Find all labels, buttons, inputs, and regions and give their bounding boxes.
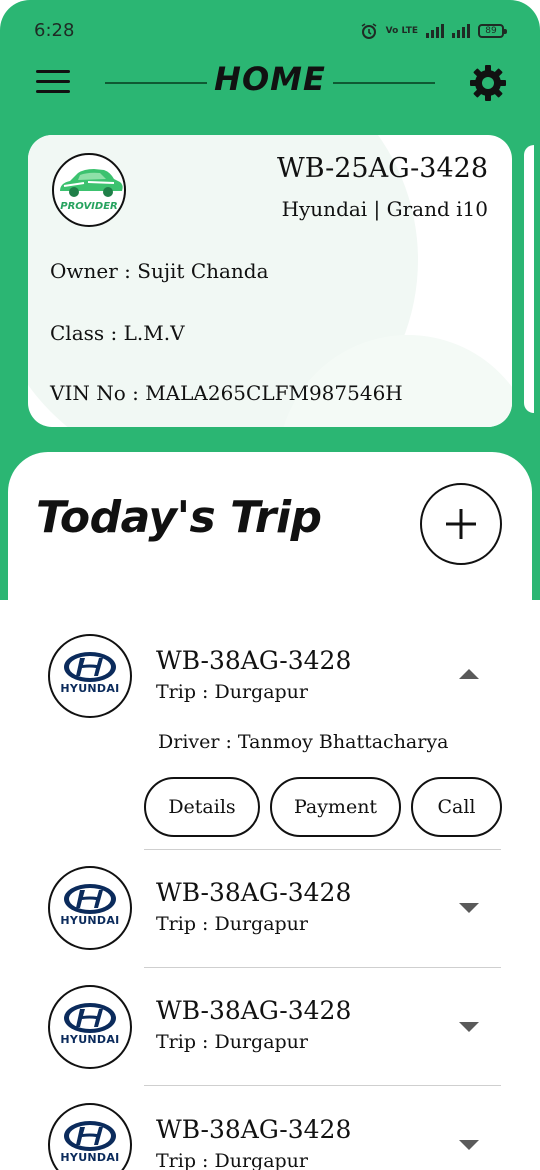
trip-destination: Trip : Durgapur [156, 1150, 308, 1170]
chevron-down-icon[interactable] [459, 1022, 479, 1032]
battery-icon: 89 [478, 24, 507, 38]
section-title: Today's Trip [36, 492, 322, 543]
trip-plate: WB-38AG-3428 [156, 996, 352, 1025]
trip-driver: Driver : Tanmoy Bhattacharya [158, 731, 449, 753]
vehicle-plate: WB-25AG-3428 [277, 153, 488, 184]
trip-destination: Trip : Durgapur [156, 681, 308, 703]
page-title: HOME [214, 60, 326, 98]
hyundai-logo: HYUNDAI [48, 866, 132, 950]
hyundai-logo: HYUNDAI [48, 1103, 132, 1170]
brand-label: HYUNDAI [60, 914, 120, 927]
status-time: 6:28 [34, 20, 75, 41]
status-icons: Vo LTE 89 [360, 22, 507, 40]
brand-label: HYUNDAI [60, 1033, 120, 1046]
details-button[interactable]: Details [144, 777, 260, 837]
chevron-down-icon[interactable] [459, 1140, 479, 1150]
hyundai-logo: HYUNDAI [48, 985, 132, 1069]
signal-icon [452, 24, 470, 38]
car-icon [60, 169, 123, 197]
brand-label: HYUNDAI [60, 682, 120, 695]
provider-logo: PROVIDER [52, 153, 126, 227]
vehicle-card[interactable]: PROVIDER WB-25AG-3428 Hyundai | Grand i1… [28, 135, 512, 427]
volte-indicator: Vo LTE [385, 25, 418, 36]
brand-label: HYUNDAI [60, 1151, 120, 1164]
hyundai-logo: HYUNDAI [48, 634, 132, 718]
vehicle-model: Hyundai | Grand i10 [281, 197, 488, 221]
trip-destination: Trip : Durgapur [156, 913, 308, 935]
trip-plate: WB-38AG-3428 [156, 646, 352, 675]
payment-button[interactable]: Payment [270, 777, 401, 837]
trip-plate: WB-38AG-3428 [156, 1115, 352, 1144]
provider-label: PROVIDER [60, 201, 118, 212]
class-text: Class : L.M.V [50, 321, 185, 345]
alarm-icon [361, 23, 377, 39]
call-button[interactable]: Call [411, 777, 502, 837]
trip-destination: Trip : Durgapur [156, 1031, 308, 1053]
status-bar: 6:28 Vo LTE 89 [0, 0, 540, 64]
gear-icon[interactable] [469, 64, 507, 102]
signal-icon [426, 24, 444, 38]
owner-text: Owner : Sujit Chanda [50, 259, 269, 283]
chevron-down-icon[interactable] [459, 903, 479, 913]
trip-plate: WB-38AG-3428 [156, 878, 352, 907]
divider [144, 849, 501, 850]
vin-text: VIN No : MALA265CLFM987546H [50, 381, 403, 405]
divider [144, 967, 501, 968]
next-card-peek[interactable] [524, 145, 534, 413]
add-trip-button[interactable] [420, 483, 502, 565]
chevron-up-icon[interactable] [459, 669, 479, 679]
divider [144, 1085, 501, 1086]
